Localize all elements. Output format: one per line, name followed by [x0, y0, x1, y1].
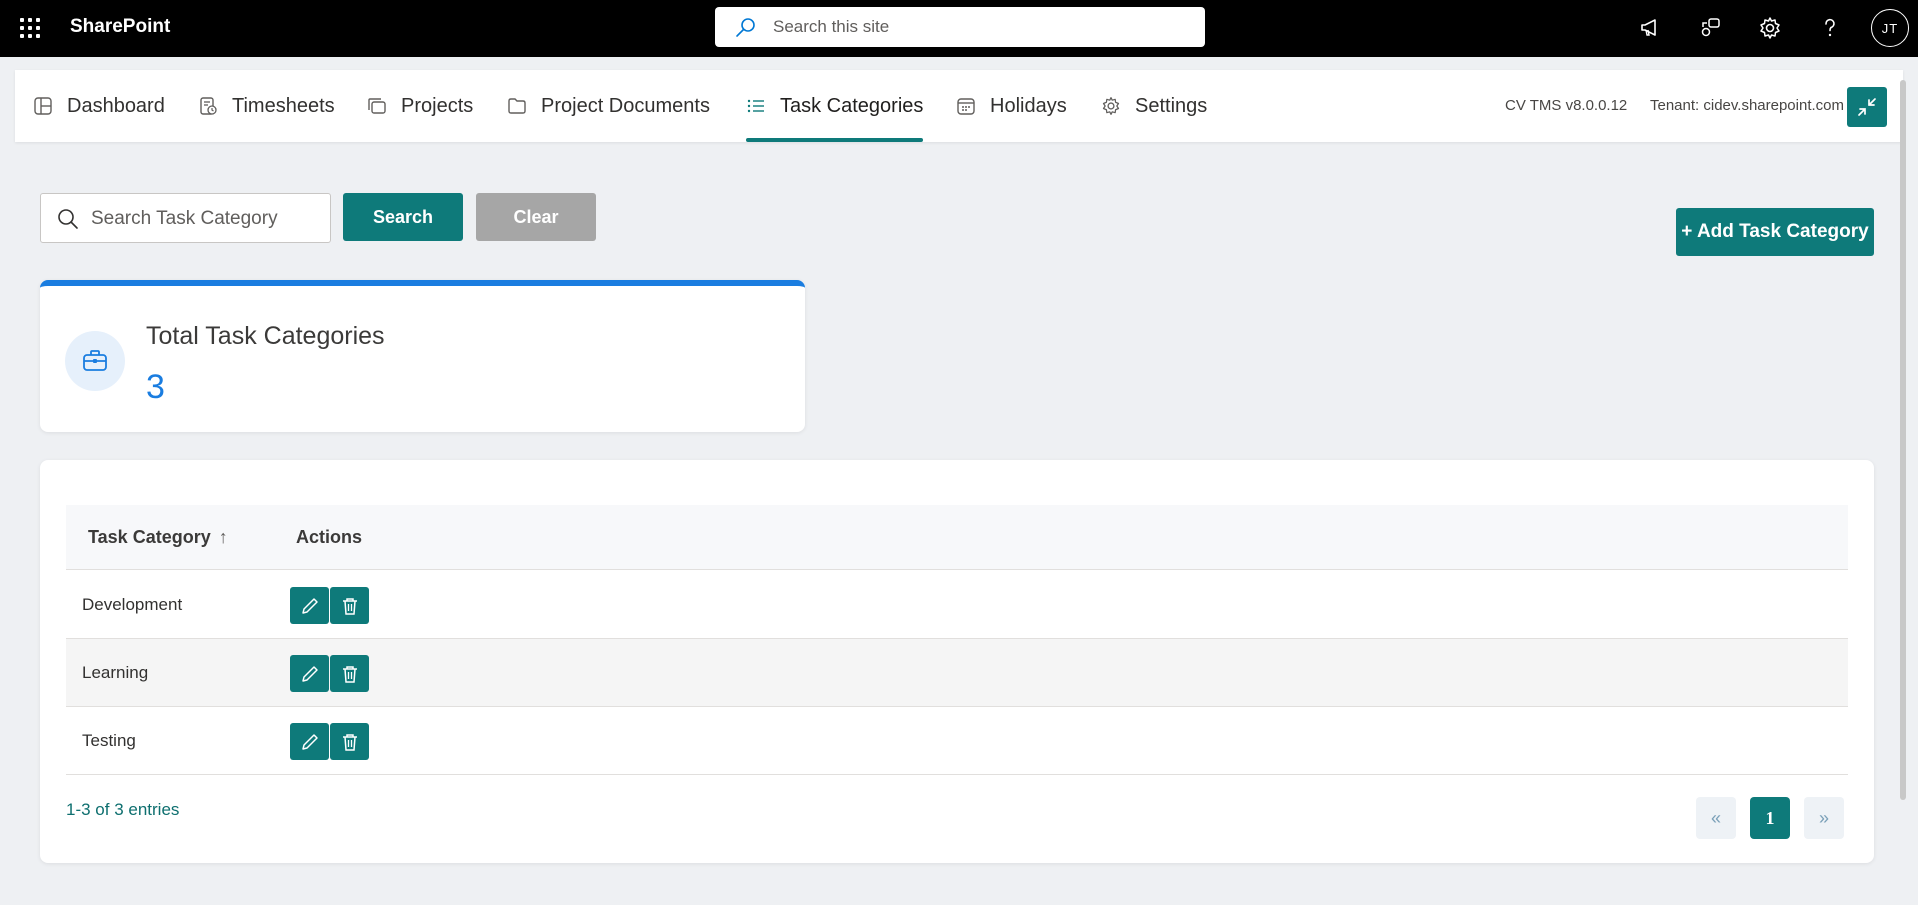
stat-title: Total Task Categories	[146, 322, 385, 350]
search-button[interactable]: Search	[343, 193, 463, 241]
pencil-icon	[301, 665, 318, 682]
collapse-button[interactable]	[1847, 87, 1887, 127]
site-search-box[interactable]	[715, 7, 1205, 47]
task-categories-table-card: Task Category ↑ Actions Development Lear…	[40, 460, 1874, 863]
column-header-actions: Actions	[296, 527, 363, 547]
site-search-input[interactable]	[773, 15, 1173, 39]
briefcase-icon	[65, 331, 125, 391]
previous-page-button[interactable]: «	[1696, 797, 1736, 839]
next-page-button[interactable]: »	[1804, 797, 1844, 839]
tab-settings[interactable]: Settings	[1101, 70, 1207, 142]
entries-count: 1-3 of 3 entries	[66, 800, 180, 819]
help-icon[interactable]	[1816, 14, 1844, 42]
tab-bar: Dashboard Timesheets Projects Project Do…	[15, 70, 1903, 142]
tab-label: Holidays	[990, 94, 1067, 117]
search-icon	[736, 18, 755, 37]
version-label: CV TMS v8.0.0.12	[1505, 97, 1628, 114]
sort-ascending-icon: ↑	[218, 527, 228, 547]
brand-title[interactable]: SharePoint	[70, 16, 170, 38]
calendar-icon	[957, 98, 975, 115]
avatar[interactable]: JT	[1871, 9, 1909, 47]
delete-button[interactable]	[330, 587, 369, 624]
app-launcher-icon[interactable]	[18, 16, 42, 40]
page-1-button[interactable]: 1	[1750, 797, 1790, 839]
list-icon	[747, 99, 764, 113]
timesheet-icon	[200, 97, 217, 115]
edit-button[interactable]	[290, 655, 329, 692]
task-category-search-input[interactable]	[91, 207, 321, 231]
trash-icon	[342, 665, 357, 683]
stat-value: 3	[146, 368, 165, 406]
dashboard-icon	[34, 97, 52, 115]
folder-icon	[508, 98, 526, 114]
tab-projects[interactable]: Projects	[367, 70, 473, 142]
megaphone-icon[interactable]	[1636, 14, 1664, 42]
delete-button[interactable]	[330, 655, 369, 692]
tab-timesheets[interactable]: Timesheets	[198, 70, 335, 142]
table-row: Testing	[66, 707, 1848, 775]
add-task-category-button[interactable]: + Add Task Category	[1676, 208, 1874, 256]
pencil-icon	[301, 733, 318, 750]
projects-icon	[368, 98, 386, 114]
trash-icon	[342, 733, 357, 751]
tab-label: Timesheets	[232, 94, 335, 117]
tab-label: Task Categories	[780, 94, 924, 117]
share-icon[interactable]	[1696, 14, 1724, 42]
pencil-icon	[301, 597, 318, 614]
task-category-name: Learning	[82, 663, 149, 682]
table-row: Development	[66, 571, 1848, 639]
tab-label: Dashboard	[67, 94, 165, 117]
vertical-scrollbar[interactable]	[1900, 80, 1906, 800]
total-task-categories-card: Total Task Categories 3	[40, 280, 805, 432]
task-category-name: Development	[82, 595, 183, 614]
gear-icon	[1102, 97, 1120, 115]
suite-bar: SharePoint JT	[0, 0, 1918, 57]
tab-holidays[interactable]: Holidays	[956, 70, 1067, 142]
tab-task-categories[interactable]: Task Categories	[746, 70, 924, 142]
column-header-task-category[interactable]: Task Category ↑	[88, 527, 228, 548]
edit-button[interactable]	[290, 587, 329, 624]
tenant-label: Tenant: cidev.sharepoint.com	[1650, 97, 1844, 114]
clear-button[interactable]: Clear	[476, 193, 596, 241]
edit-button[interactable]	[290, 723, 329, 760]
tab-label: Settings	[1135, 94, 1208, 117]
trash-icon	[342, 597, 357, 615]
tab-project-documents[interactable]: Project Documents	[507, 70, 710, 142]
active-tab-indicator	[746, 138, 924, 142]
collapse-icon	[1858, 98, 1876, 116]
task-category-search-box[interactable]	[40, 193, 331, 243]
table-header: Task Category ↑ Actions	[66, 505, 1848, 570]
task-category-name: Testing	[82, 731, 136, 750]
settings-gear-icon[interactable]	[1756, 14, 1784, 42]
delete-button[interactable]	[330, 723, 369, 760]
search-icon	[58, 209, 78, 229]
tab-label: Project Documents	[541, 94, 710, 117]
table-row: Learning	[66, 639, 1848, 707]
tab-dashboard[interactable]: Dashboard	[33, 70, 165, 142]
tab-label: Projects	[401, 94, 474, 117]
